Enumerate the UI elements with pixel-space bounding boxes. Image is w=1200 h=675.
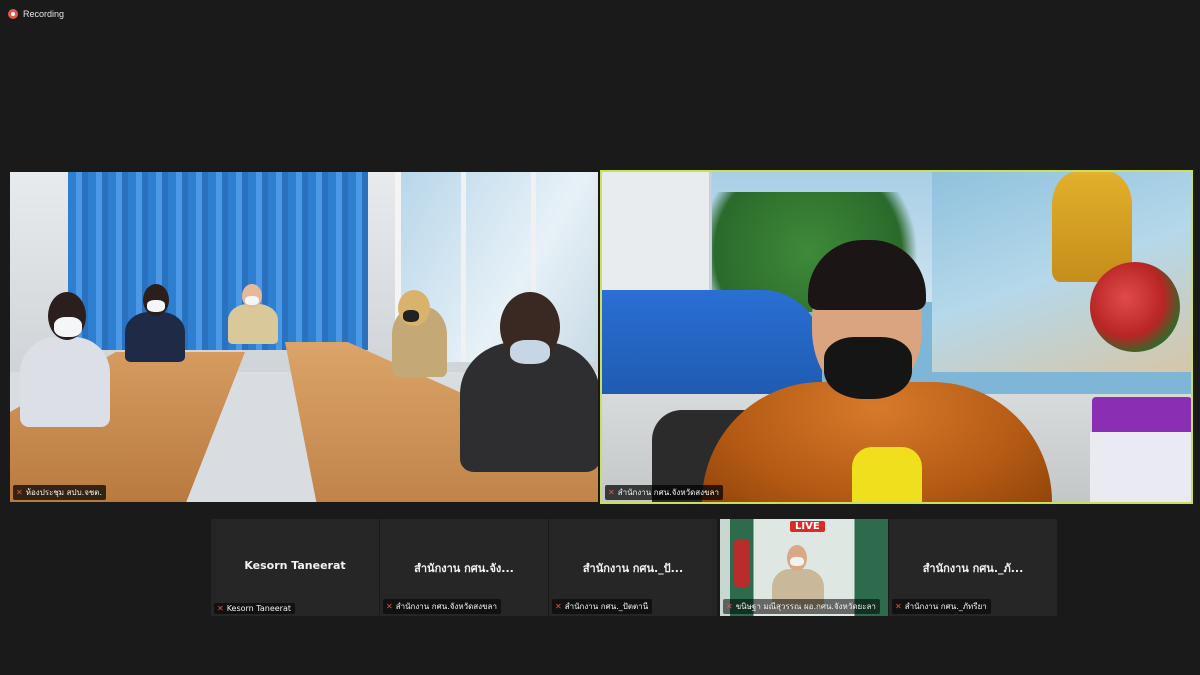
curtain <box>68 172 368 350</box>
participant-2 <box>125 312 185 362</box>
participant-1 <box>20 337 110 427</box>
mic-off-icon: ✕ <box>217 604 224 613</box>
video-tile-active-speaker[interactable]: ✕ สำนักงาน กศน.จังหวัดสงขลา <box>600 170 1193 504</box>
yellow-shirt <box>852 447 922 502</box>
flower-arrangement <box>1090 262 1180 352</box>
tile-label-speaker: ✕ สำนักงาน กศน.จังหวัดสงขลา <box>605 485 723 500</box>
recording-indicator[interactable]: Recording <box>8 9 64 19</box>
record-icon <box>8 9 18 19</box>
thumbnail-label: ✕ สำนักงาน กศน._ภัทรียา <box>892 599 991 614</box>
thumbnail-label: ✕ สำนักงาน กศน._ปัตตานี <box>552 599 653 614</box>
thumbnail-pattani[interactable]: สำนักงาน กศน._ปั... ✕ สำนักงาน กศน._ปัตต… <box>549 519 717 616</box>
thumbnail-label: ✕ Kesorn Taneerat <box>214 603 296 614</box>
participant-mask <box>790 557 804 566</box>
live-badge: LIVE <box>790 521 825 532</box>
mic-off-icon: ✕ <box>608 488 615 497</box>
white-cloth <box>1090 432 1191 502</box>
blue-wall <box>602 290 822 400</box>
thumbnail-songkhla[interactable]: สำนักงาน กศน.จัง... ✕ สำนักงาน กศน.จังหว… <box>380 519 548 616</box>
red-sign <box>734 539 750 587</box>
participant-name: Kesorn Taneerat <box>244 559 346 572</box>
mic-off-icon: ✕ <box>895 602 902 611</box>
recording-label: Recording <box>23 9 65 19</box>
mic-off-icon: ✕ <box>726 602 733 611</box>
mic-off-icon: ✕ <box>16 488 23 497</box>
participant-name: สำนักงาน กศน._ปั... <box>582 562 684 575</box>
participant-name: สำนักงาน กศน.จัง... <box>414 562 514 575</box>
thumbnail-phatthariya[interactable]: สำนักงาน กศน._ภั... ✕ สำนักงาน กศน._ภัทร… <box>889 519 1057 616</box>
mic-off-icon: ✕ <box>555 602 562 611</box>
thumbnail-kesorn[interactable]: Kesorn Taneerat ✕ Kesorn Taneerat <box>211 519 379 616</box>
mic-off-icon: ✕ <box>386 602 393 611</box>
participant-name: สำนักงาน กศน._ภั... <box>922 562 1024 575</box>
thumbnail-label: ✕ ขนิษฐา มณีสุวรรณ ผอ.กศน.จังหวัดยะลา <box>723 599 880 614</box>
building <box>602 172 712 297</box>
tile-label-room: ✕ ห้องประชุม สปบ.จชต. <box>13 485 107 500</box>
thumbnail-yala-video[interactable]: LIVE ✕ ขนิษฐา มณีสุวรรณ ผอ.กศน.จังหวัดยะ… <box>720 519 888 616</box>
participant-3 <box>228 304 278 344</box>
speaker-mask <box>824 337 912 399</box>
video-tile-meeting-room[interactable]: ✕ ห้องประชุม สปบ.จชต. <box>10 172 598 502</box>
thumbnail-label: ✕ สำนักงาน กศน.จังหวัดสงขลา <box>383 599 501 614</box>
